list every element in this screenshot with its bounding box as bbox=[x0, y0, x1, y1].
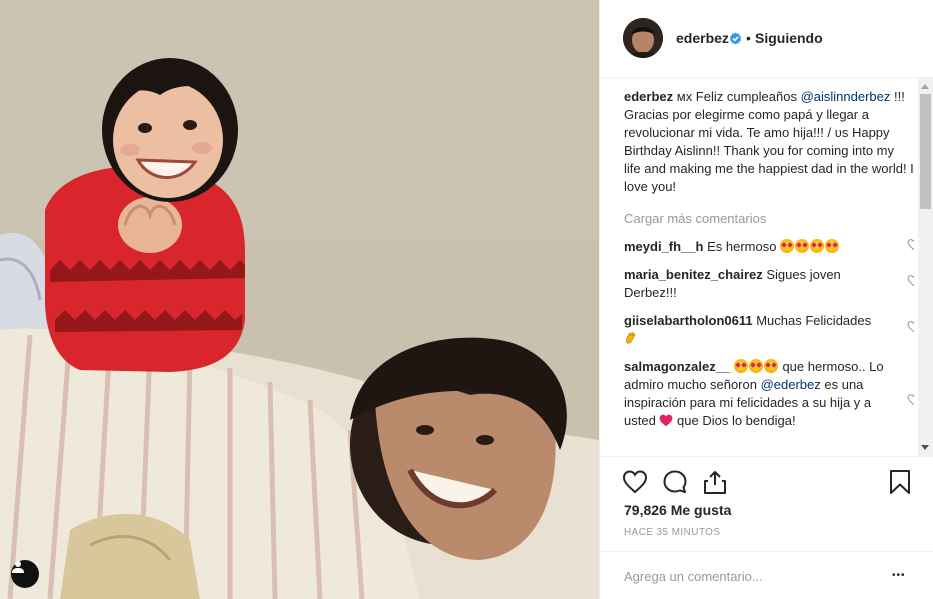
comment-text: Es hermoso bbox=[703, 239, 777, 254]
avatar[interactable] bbox=[623, 18, 663, 58]
red-heart-emoji bbox=[660, 414, 673, 427]
heart-eyes-emoji bbox=[825, 239, 840, 253]
heart-eyes-emoji bbox=[795, 239, 810, 253]
header-separator: • bbox=[746, 30, 751, 46]
caption-username[interactable]: ederbez bbox=[624, 89, 673, 104]
post-timestamp[interactable]: Hace 35 minutos bbox=[624, 527, 720, 538]
heart-eyes-emoji bbox=[748, 359, 763, 373]
comment-username[interactable]: salmagonzalez__ bbox=[624, 359, 730, 374]
clapping-hands-emoji bbox=[625, 332, 636, 344]
comments-list[interactable]: ederbez ᴍx Feliz cumpleaños @aislinnderb… bbox=[624, 88, 914, 456]
scrollbar-thumb[interactable] bbox=[920, 94, 931, 209]
person-tag-icon bbox=[12, 561, 24, 573]
comment-mention[interactable]: @ederbez bbox=[761, 377, 821, 392]
bookmark-icon[interactable] bbox=[887, 469, 913, 495]
comment-like-icon[interactable] bbox=[907, 320, 914, 333]
load-more-comments[interactable]: Cargar más comentarios bbox=[624, 210, 914, 228]
post-header: ederbez • Siguiendo bbox=[600, 0, 933, 78]
comment-item: giiselabartholon0611 Muchas Felicidades bbox=[624, 312, 914, 348]
comment-text: que Dios lo bendiga! bbox=[673, 413, 796, 428]
comment-input[interactable] bbox=[622, 565, 876, 587]
comment-item: maria_benitez_chairez Sigues joven Derbe… bbox=[624, 266, 914, 302]
more-options-icon[interactable]: ••• bbox=[892, 566, 912, 586]
header-username[interactable]: ederbez bbox=[676, 30, 729, 46]
like-count[interactable]: 79,826 Me gusta bbox=[624, 502, 731, 518]
comment-like-icon[interactable] bbox=[907, 274, 914, 287]
scroll-up-arrow-icon[interactable] bbox=[921, 84, 929, 89]
comment-item: salmagonzalez__ que hermoso.. Lo admiro … bbox=[624, 358, 914, 430]
heart-eyes-emoji bbox=[810, 239, 825, 253]
comment-like-icon[interactable] bbox=[907, 393, 914, 406]
post-actions: 79,826 Me gusta Hace 35 minutos bbox=[600, 456, 933, 552]
user-tag-button[interactable] bbox=[11, 560, 39, 588]
comment-item: meydi_fh__h Es hermoso bbox=[624, 238, 914, 256]
comments-scrollbar[interactable] bbox=[918, 78, 933, 456]
heart-eyes-emoji bbox=[780, 239, 795, 253]
comment-bubble-icon[interactable] bbox=[662, 469, 688, 495]
comment-username[interactable]: maria_benitez_chairez bbox=[624, 267, 763, 282]
caption-text-1: ᴍx Feliz cumpleaños bbox=[673, 89, 801, 104]
post-side-panel: ederbez • Siguiendo ederbez ᴍx Feliz cum… bbox=[599, 0, 933, 599]
comment-like-icon[interactable] bbox=[907, 238, 914, 251]
heart-outline-icon[interactable] bbox=[622, 469, 648, 495]
heart-eyes-emoji bbox=[733, 359, 748, 373]
comment-username[interactable]: meydi_fh__h bbox=[624, 239, 703, 254]
comment-username[interactable]: giiselabartholon0611 bbox=[624, 313, 753, 328]
add-comment-section: ••• bbox=[600, 551, 933, 599]
post-caption: ederbez ᴍx Feliz cumpleaños @aislinnderb… bbox=[624, 88, 914, 196]
caption-text-2: !!! Gracias por elegirme como papá y lle… bbox=[624, 89, 914, 194]
photo-illustration bbox=[0, 0, 599, 599]
verified-badge-icon bbox=[729, 32, 742, 45]
post-photo[interactable] bbox=[0, 0, 599, 599]
heart-eyes-emoji bbox=[763, 359, 778, 373]
avatar-image bbox=[623, 18, 663, 58]
scroll-down-arrow-icon[interactable] bbox=[921, 445, 929, 450]
share-upload-icon[interactable] bbox=[702, 469, 728, 495]
comment-text: Muchas Felicidades bbox=[752, 313, 872, 328]
following-button[interactable]: Siguiendo bbox=[755, 30, 823, 46]
caption-mention[interactable]: @aislinnderbez bbox=[801, 89, 891, 104]
